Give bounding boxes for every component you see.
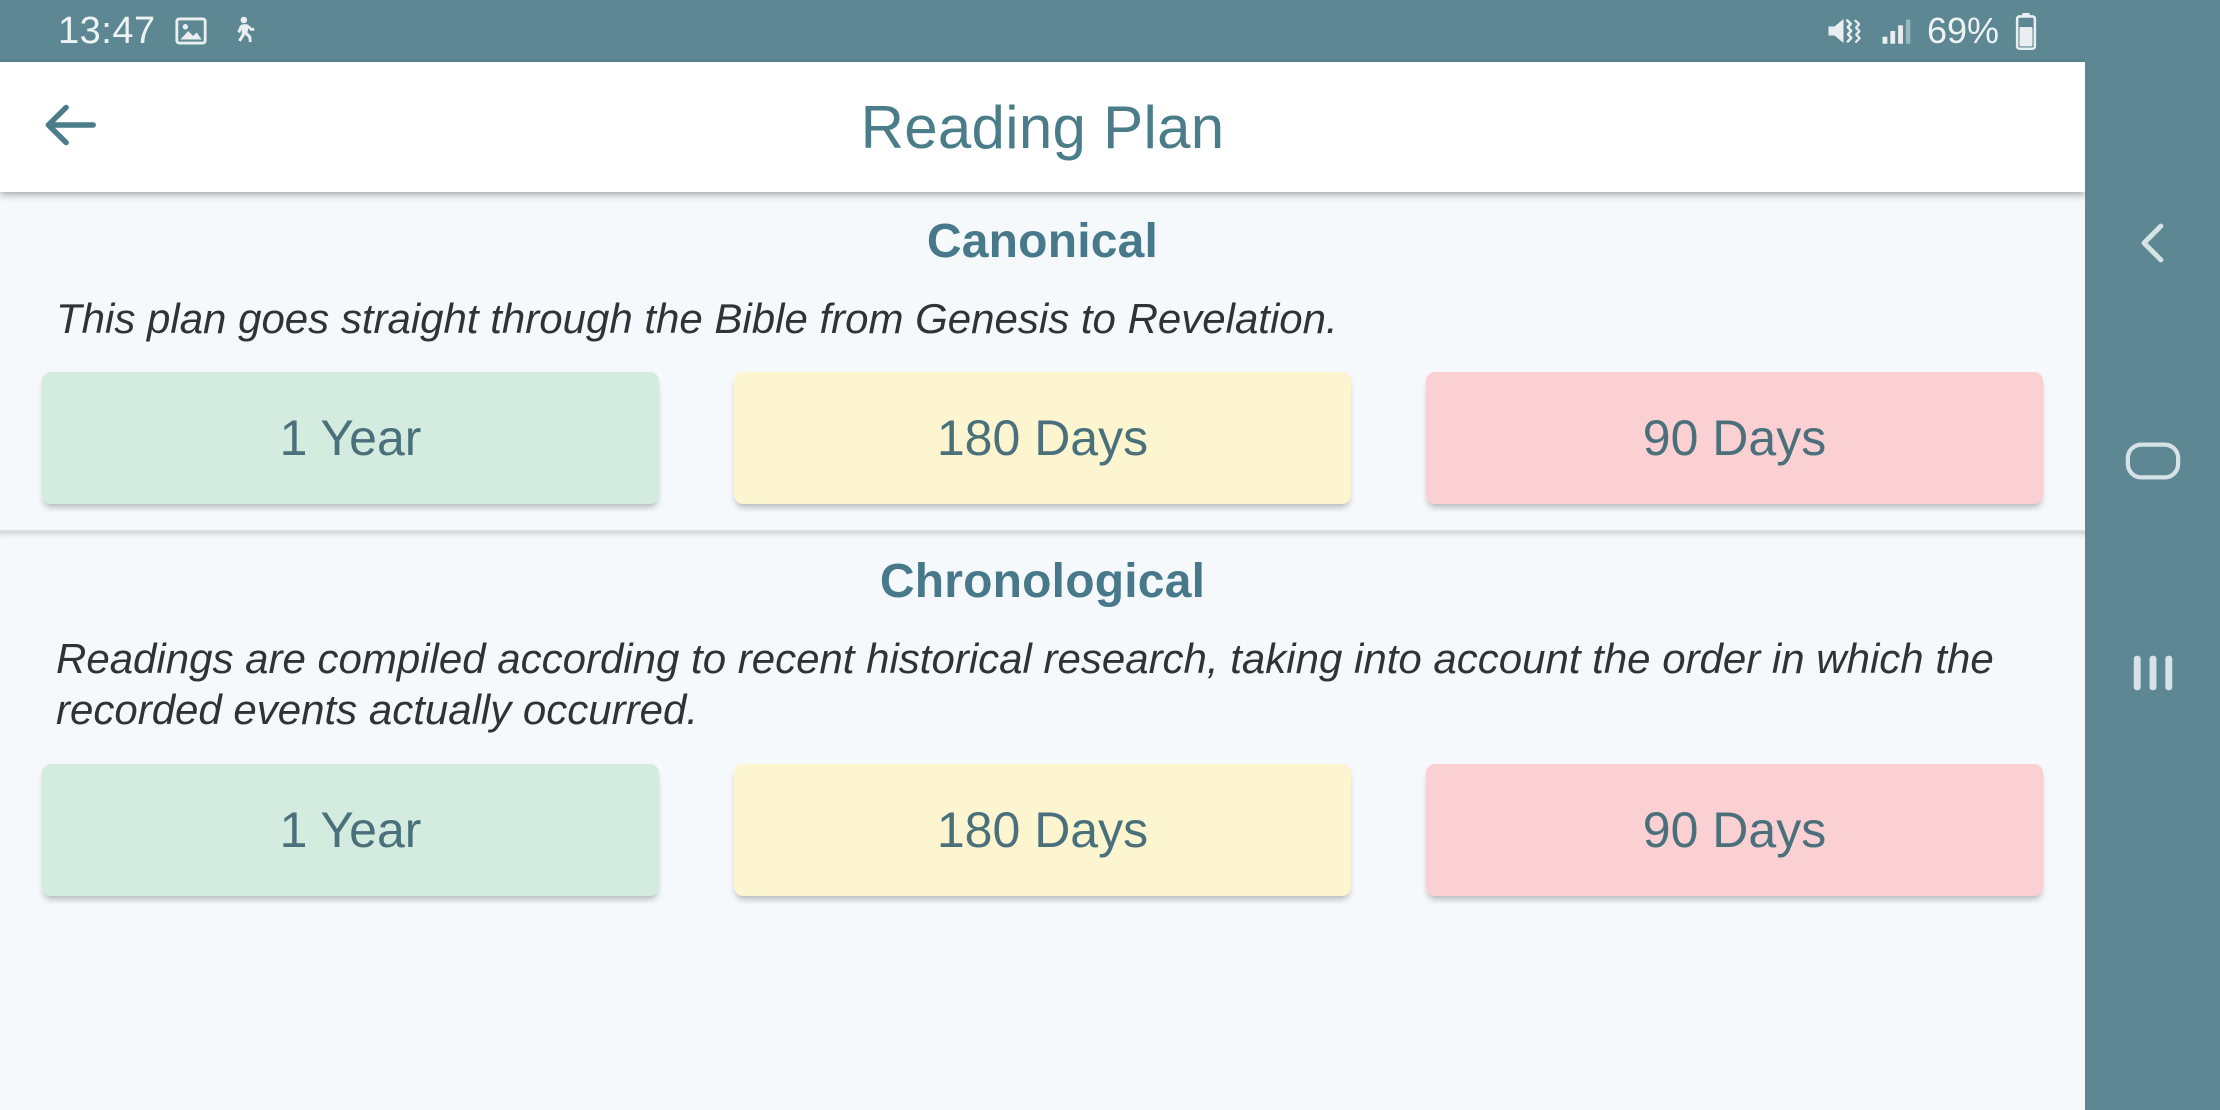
- section-title: Chronological: [879, 555, 1206, 609]
- gallery-icon: [174, 14, 208, 48]
- plan-button-90-days[interactable]: 90 Days: [1426, 372, 2043, 505]
- section-title: Canonical: [926, 215, 1159, 268]
- person-activity-icon: [226, 14, 260, 48]
- plan-duration-buttons: 1 Year 180 Days 90 Days: [0, 344, 2085, 505]
- page-title: Reading Plan: [860, 93, 1225, 161]
- battery-icon: [2013, 12, 2039, 50]
- status-bar-left-group: 13:47: [58, 10, 260, 53]
- section-description: Readings are compiled according to recen…: [56, 635, 1994, 734]
- plan-section-chronological: Chronological Readings are compiled acco…: [0, 530, 2085, 922]
- plan-button-90-days[interactable]: 90 Days: [1426, 763, 2043, 896]
- plan-button-1-year[interactable]: 1 Year: [42, 372, 659, 505]
- status-clock: 13:47: [58, 9, 156, 52]
- plan-button-180-days[interactable]: 180 Days: [734, 763, 1351, 896]
- nav-home-button[interactable]: [2085, 388, 2220, 538]
- plan-button-180-days[interactable]: 180 Days: [734, 372, 1351, 505]
- system-navigation-bar: [2085, 0, 2220, 1110]
- plan-section-canonical: Canonical This plan goes straight throug…: [0, 192, 2085, 531]
- status-bar: 13:47 69%: [0, 0, 2085, 62]
- nav-recents-button[interactable]: [2085, 600, 2220, 750]
- volume-mute-vibrate-icon: [1825, 13, 1865, 49]
- chevron-left-icon: [2126, 216, 2180, 275]
- reading-plan-list[interactable]: Canonical This plan goes straight throug…: [0, 192, 2085, 1110]
- phone-screen: 13:47 69% Reading Plan Canonical This pl…: [0, 0, 2220, 1110]
- home-rounded-rect-icon: [2124, 439, 2182, 488]
- recents-bars-icon: [2128, 651, 2178, 700]
- status-bar-right-group: 69%: [1825, 10, 2039, 52]
- signal-bars-icon: [1879, 14, 1913, 48]
- plan-button-1-year[interactable]: 1 Year: [42, 763, 659, 896]
- nav-back-button[interactable]: [2085, 170, 2220, 320]
- plan-duration-buttons: 1 Year 180 Days 90 Days: [0, 736, 2085, 896]
- section-description: This plan goes straight through the Bibl…: [56, 295, 1338, 342]
- battery-percentage-label: 69%: [1926, 10, 1999, 51]
- app-bar: Reading Plan: [0, 62, 2085, 192]
